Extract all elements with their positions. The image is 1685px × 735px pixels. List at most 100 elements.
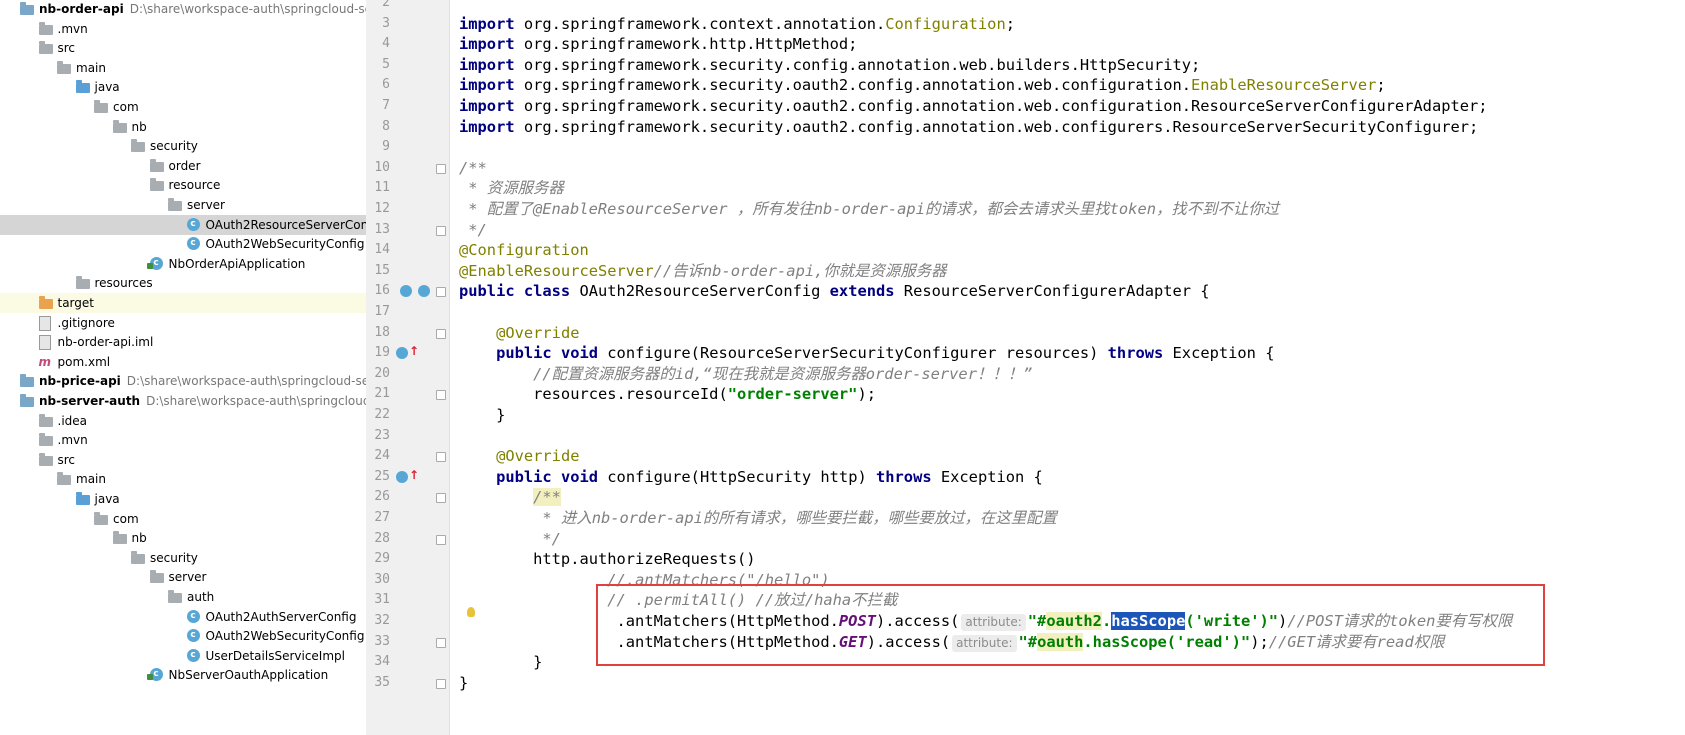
tree-item[interactable]: main (0, 58, 366, 78)
folder-icon (38, 413, 53, 427)
tree-item[interactable]: server (0, 195, 366, 215)
lightbulb-icon[interactable] (467, 607, 475, 617)
tree-item[interactable]: c NbServerOauthApplication (0, 665, 366, 685)
tree-item[interactable]: .mvn (0, 19, 366, 39)
tree-item[interactable]: c OAuth2ResourceServerConfig (0, 214, 366, 235)
code-line[interactable]: import org.springframework.context.annot… (459, 14, 1015, 35)
code-line[interactable]: */ (459, 529, 561, 550)
line-number: 24 (374, 448, 390, 464)
tree-item[interactable]: main (0, 469, 366, 489)
code-token: configure(ResourceServerSecurityConfigur… (607, 344, 1108, 363)
code-line[interactable]: /** (459, 158, 487, 179)
tree-item[interactable]: com (0, 97, 366, 117)
tree-item[interactable]: nb (0, 528, 366, 548)
line-number: 3 (382, 15, 390, 31)
override-arrow-icon[interactable]: ↑ (409, 468, 419, 482)
fold-marker-icon[interactable] (436, 328, 446, 339)
tree-item-label: java (94, 80, 120, 95)
fold-marker-icon[interactable] (436, 493, 446, 504)
fold-marker-icon[interactable] (436, 637, 446, 648)
tree-item[interactable]: c OAuth2WebSecurityConfig (0, 234, 366, 254)
tree-item[interactable]: nb-price-api D:\share\workspace-auth\spri… (0, 371, 366, 391)
code-line[interactable]: public class OAuth2ResourceServerConfig … (459, 281, 1210, 302)
tree-item[interactable]: src (0, 450, 366, 470)
tree-item[interactable]: nb-server-auth D:\share\workspace-auth\sp… (0, 391, 366, 411)
code-token: org.springframework.http.HttpMethod; (523, 35, 858, 54)
fold-marker-icon[interactable] (436, 534, 446, 545)
tree-item[interactable]: target (0, 293, 366, 313)
override-method-icon[interactable] (396, 470, 408, 483)
tree-item[interactable]: c UserDetailsServiceImpl (0, 646, 366, 666)
tree-item[interactable]: c OAuth2AuthServerConfig (0, 607, 366, 627)
folder-icon (38, 433, 53, 447)
code-line[interactable]: import org.springframework.http.HttpMeth… (459, 34, 857, 55)
code-line[interactable]: import org.springframework.security.conf… (459, 55, 1200, 76)
tree-item[interactable]: nb-order-api.iml (0, 332, 366, 352)
code-line[interactable]: @Override (459, 446, 579, 467)
code-line[interactable]: @Configuration (459, 240, 589, 261)
code-line[interactable]: } (459, 673, 468, 694)
fold-marker-icon[interactable] (436, 678, 446, 689)
tree-item[interactable]: nb (0, 117, 366, 137)
tree-item[interactable]: nb-order-api D:\share\workspace-auth\spri… (0, 0, 366, 19)
tree-item[interactable]: security (0, 548, 366, 568)
code-line[interactable]: * 进入nb-order-api的所有请求，哪些要拦截，哪些要放过，在这里配置 (459, 508, 1057, 529)
tree-item[interactable]: java (0, 77, 366, 97)
fold-marker-icon[interactable] (436, 452, 446, 463)
tree-item[interactable]: security (0, 136, 366, 156)
code-line[interactable]: */ (459, 220, 487, 241)
tree-item[interactable]: .mvn (0, 430, 366, 450)
code-line[interactable]: @EnableResourceServer//告诉nb-order-api,你就… (459, 261, 947, 282)
code-line[interactable]: /** (459, 487, 561, 508)
fold-marker-icon[interactable] (436, 225, 446, 236)
tree-item[interactable]: auth (0, 587, 366, 607)
code-line[interactable]: import org.springframework.security.oaut… (459, 96, 1488, 117)
tree-item[interactable]: c NbOrderApiApplication (0, 254, 366, 274)
tree-item[interactable]: java (0, 489, 366, 509)
code-line[interactable]: import org.springframework.security.oaut… (459, 75, 1386, 96)
code-line[interactable]: public void configure(HttpSecurity http)… (459, 467, 1043, 488)
code-line[interactable]: @Override (459, 323, 579, 344)
code-token: } (459, 406, 506, 424)
folder-icon (131, 550, 145, 564)
code-line[interactable]: } (459, 652, 542, 673)
tree-item[interactable]: src (0, 38, 366, 58)
code-line[interactable]: } (459, 405, 505, 426)
fold-marker-icon[interactable] (436, 390, 446, 401)
line-number: 21 (374, 386, 390, 402)
fold-marker-icon[interactable] (436, 287, 446, 298)
project-tree: nb-order-api D:\share\workspace-auth\spri… (0, 0, 366, 735)
code-line[interactable]: //配置资源服务器的id,“现在我就是资源服务器order-server！！！” (459, 364, 1032, 385)
tree-item[interactable]: .gitignore (0, 313, 366, 333)
line-number: 4 (382, 36, 390, 52)
override-arrow-icon[interactable]: ↑ (409, 344, 419, 358)
tree-item[interactable]: m pom.xml (0, 352, 366, 372)
code-token: import (459, 97, 524, 115)
tree-item[interactable]: c OAuth2WebSecurityConfig (0, 626, 366, 646)
code-line[interactable]: import org.springframework.security.oaut… (459, 117, 1478, 138)
code-line[interactable]: public void configure(ResourceServerSecu… (459, 343, 1274, 364)
fold-marker-icon[interactable] (436, 163, 446, 174)
module-path: D:\share\workspace-auth\springcloud-secu… (129, 2, 366, 16)
line-number: 22 (374, 407, 390, 422)
spring-bean-icon[interactable] (400, 285, 412, 298)
code-token: //配置资源服务器的id,“现在我就是资源服务器order-server！！！” (533, 364, 1033, 383)
code-line[interactable]: * 资源服务器 (459, 178, 564, 199)
tree-item-label: security (150, 139, 198, 154)
tree-item[interactable]: com (0, 509, 366, 529)
code-token: org.springframework.security.config.anno… (523, 55, 1201, 74)
tree-item[interactable]: resource (0, 175, 366, 195)
config-icon[interactable] (418, 285, 430, 298)
code-line[interactable]: http.authorizeRequests() (459, 549, 755, 570)
tree-item[interactable]: order (0, 156, 366, 176)
code-line[interactable]: * 配置了@EnableResourceServer ，所有发往nb-order… (459, 199, 1279, 220)
tree-item[interactable]: .idea (0, 411, 366, 431)
override-method-icon[interactable] (396, 347, 408, 360)
line-number: 26 (374, 489, 390, 505)
tree-item[interactable]: server (0, 567, 366, 587)
code-line[interactable]: resources.resourceId("order-server"); (459, 384, 876, 405)
tree-item[interactable]: resources (0, 273, 366, 293)
